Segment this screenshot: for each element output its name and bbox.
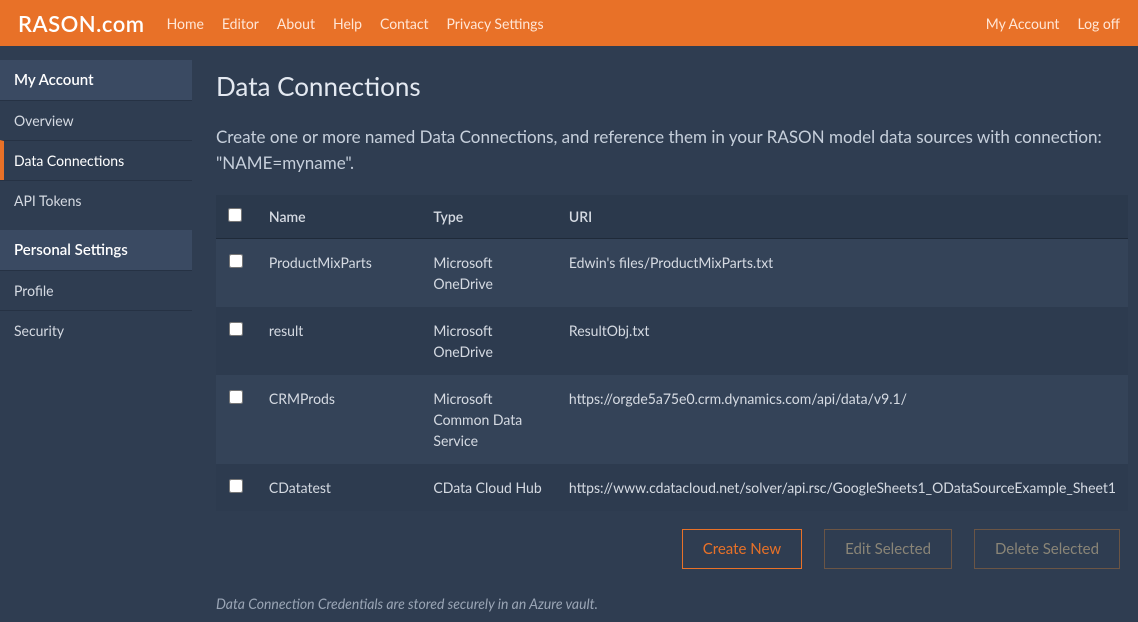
header-select-all [216,195,257,239]
brand-logo[interactable]: RASON.com [18,10,145,37]
edit-selected-button[interactable]: Edit Selected [824,529,952,569]
create-new-button[interactable]: Create New [682,529,802,569]
row-checkbox[interactable] [229,322,243,336]
page-title: Data Connections [216,70,1128,102]
table-row: CDatatest CData Cloud Hub https://www.cd… [216,464,1128,511]
table-row: ProductMixParts Microsoft OneDrive Edwin… [216,238,1128,307]
sidebar-item-data-connections[interactable]: Data Connections [0,140,192,180]
cell-name: CRMProds [257,375,421,464]
top-right-links: My Account Log off [986,15,1120,32]
cell-name: CDatatest [257,464,421,511]
cell-uri: ResultObj.txt [557,307,1128,375]
sidebar-item-overview[interactable]: Overview [0,100,192,140]
table-row: result Microsoft OneDrive ResultObj.txt [216,307,1128,375]
delete-selected-button[interactable]: Delete Selected [974,529,1120,569]
header-uri: URI [557,195,1128,239]
sidebar: My Account Overview Data Connections API… [0,46,192,622]
nav-help[interactable]: Help [333,15,362,32]
link-logoff[interactable]: Log off [1077,15,1120,32]
row-checkbox[interactable] [229,390,243,404]
cell-name: ProductMixParts [257,238,421,307]
sidebar-item-api-tokens[interactable]: API Tokens [0,180,192,220]
cell-uri: https://www.cdatacloud.net/solver/api.rs… [557,464,1128,511]
nav-about[interactable]: About [277,15,315,32]
cell-type: CData Cloud Hub [421,464,556,511]
sidebar-item-profile[interactable]: Profile [0,270,192,310]
cell-name: result [257,307,421,375]
top-navigation: Home Editor About Help Contact Privacy S… [167,15,544,32]
cell-uri: Edwin's files/ProductMixParts.txt [557,238,1128,307]
link-my-account[interactable]: My Account [986,15,1060,32]
sidebar-item-security[interactable]: Security [0,310,192,350]
row-checkbox[interactable] [229,254,243,268]
header-type: Type [421,195,556,239]
button-row: Create New Edit Selected Delete Selected [216,529,1120,569]
page-intro: Create one or more named Data Connection… [216,124,1116,177]
sidebar-group-personal-settings: Personal Settings [0,230,192,270]
nav-editor[interactable]: Editor [222,15,259,32]
sidebar-group-my-account: My Account [0,60,192,100]
footnote: Data Connection Credentials are stored s… [216,595,1128,612]
nav-contact[interactable]: Contact [380,15,429,32]
cell-type: Microsoft Common Data Service [421,375,556,464]
select-all-checkbox[interactable] [228,208,242,222]
header-name: Name [257,195,421,239]
cell-uri: https://orgde5a75e0.crm.dynamics.com/api… [557,375,1128,464]
row-checkbox[interactable] [229,479,243,493]
connections-table: Name Type URI ProductMixParts Microsoft … [216,195,1128,511]
main-content: Data Connections Create one or more name… [192,46,1138,622]
cell-type: Microsoft OneDrive [421,307,556,375]
nav-privacy[interactable]: Privacy Settings [447,15,544,32]
topbar: RASON.com Home Editor About Help Contact… [0,0,1138,46]
table-row: CRMProds Microsoft Common Data Service h… [216,375,1128,464]
cell-type: Microsoft OneDrive [421,238,556,307]
nav-home[interactable]: Home [167,15,204,32]
